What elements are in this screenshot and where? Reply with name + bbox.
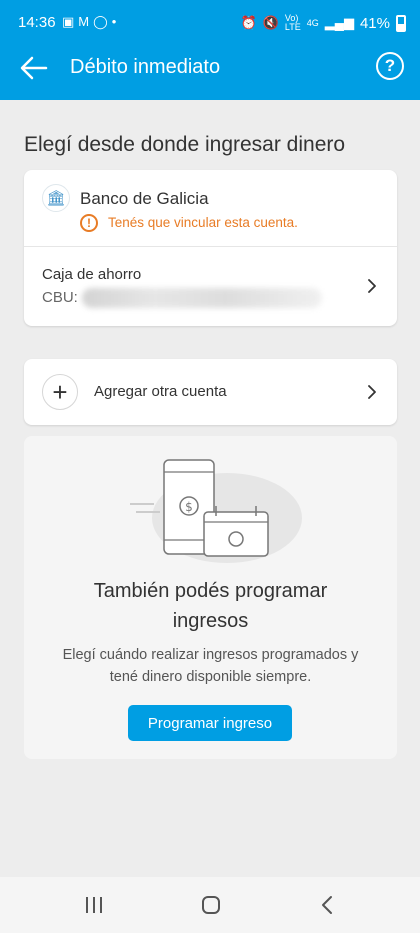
back-arrow-icon[interactable] — [16, 50, 52, 86]
section-title: Elegí desde donde ingresar dinero — [24, 133, 346, 156]
plus-icon: + — [42, 374, 78, 410]
help-button[interactable]: ? — [376, 52, 404, 80]
add-account-label: Agregar otra cuenta — [94, 383, 227, 400]
warning-icon: ! — [80, 214, 98, 232]
schedule-deposit-button[interactable]: Programar ingreso — [128, 705, 292, 741]
signal-icon: ▂▄▆ — [324, 15, 354, 30]
image-icon: ▣ — [62, 14, 75, 29]
home-icon[interactable] — [202, 896, 220, 914]
add-account-card[interactable]: + Agregar otra cuenta — [24, 359, 397, 425]
promo-desc-line: Elegí cuándo realizar ingresos programad… — [62, 647, 359, 663]
nav-back-icon[interactable] — [320, 895, 334, 915]
system-nav-bar — [0, 877, 420, 933]
status-notification-icons: ▣ M ◯ • — [62, 14, 116, 30]
phone-calendar-illustration: $ — [130, 459, 302, 563]
promo-description: Elegí cuándo realizar ingresos programad… — [40, 644, 381, 688]
alarm-icon: ⏰ — [240, 15, 257, 30]
promo-title-line: También podés programar — [93, 580, 328, 602]
mute-icon: 🔇 — [262, 15, 279, 30]
schedule-promo-card: $ También podés programar ingresos Elegí… — [24, 436, 397, 759]
status-system-icons: ⏰ 🔇 Vo) LTE 4G ▂▄▆ 41% — [241, 14, 406, 32]
promo-title-line: ingresos — [172, 610, 249, 632]
chevron-right-icon[interactable] — [365, 385, 379, 399]
top-bar: 14:36 ▣ M ◯ • ⏰ 🔇 Vo) LTE 4G ▂▄▆ 41% Débi… — [0, 0, 420, 100]
status-bar: 14:36 ▣ M ◯ • ⏰ 🔇 Vo) LTE 4G ▂▄▆ 41% — [0, 0, 420, 44]
recent-apps-icon[interactable] — [86, 897, 104, 913]
4g-icon: 4G — [306, 18, 319, 28]
gmail-icon: M — [78, 14, 90, 29]
chevron-right-icon[interactable] — [365, 279, 379, 293]
link-warning: Tenés que vincular esta cuenta. — [108, 215, 298, 230]
battery-percent: 41% — [359, 14, 390, 32]
promo-desc-line: tené dinero disponible siempre. — [109, 669, 312, 685]
battery-icon — [396, 14, 406, 32]
svg-text:$: $ — [185, 500, 193, 514]
bank-account-card[interactable]: 🏛 Banco de Galicia ! Tenés que vincular … — [24, 170, 397, 326]
dot-icon: • — [111, 14, 117, 29]
status-time: 14:36 — [18, 14, 56, 31]
account-type: Caja de ahorro — [42, 266, 142, 283]
promo-title: También podés programar ingresos — [44, 576, 377, 636]
app-bar: Débito inmediato ? — [0, 44, 420, 100]
page-title: Débito inmediato — [70, 56, 221, 78]
bank-icon: 🏛 — [42, 184, 70, 212]
whatsapp-icon: ◯ — [93, 14, 108, 29]
volte-icon: Vo) LTE — [284, 13, 301, 32]
cbu-label: CBU: — [42, 289, 78, 306]
divider — [24, 246, 397, 247]
bank-name: Banco de Galicia — [80, 189, 209, 208]
cbu-redacted — [82, 288, 322, 308]
